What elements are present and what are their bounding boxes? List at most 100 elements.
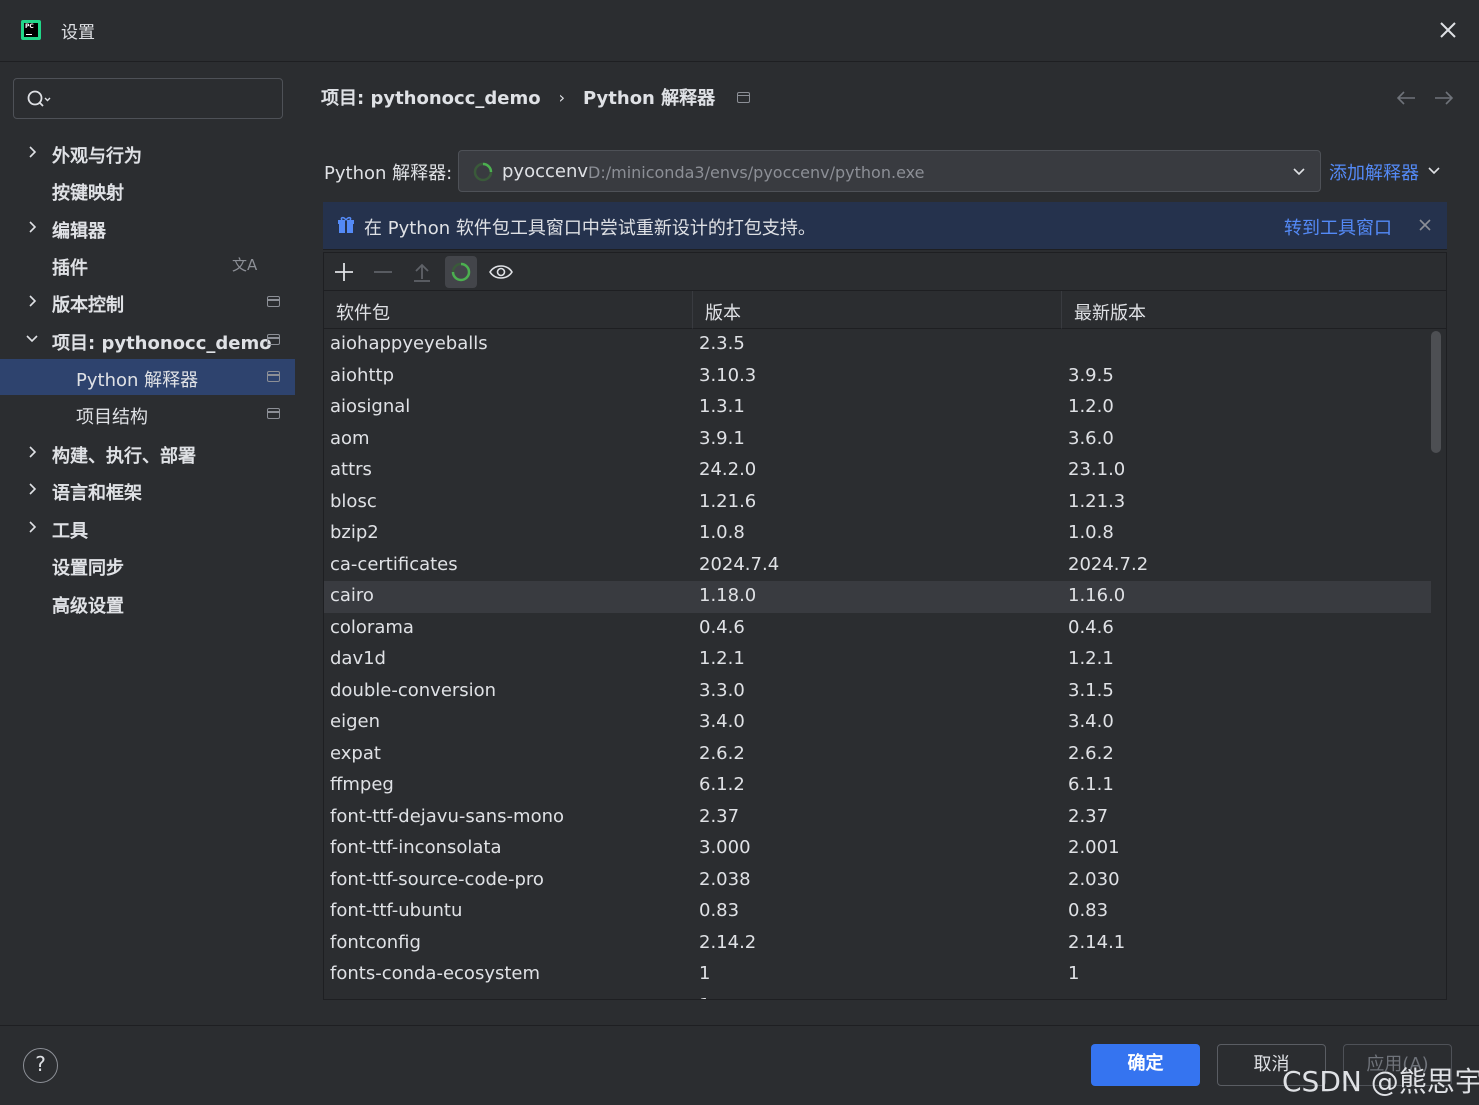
table-row[interactable]: fonts-conda-ecosystem 1 1 (324, 959, 1431, 991)
column-header-package[interactable]: 软件包 (324, 291, 693, 329)
refresh-button[interactable] (445, 256, 477, 288)
version-cell: 0.83 (699, 900, 740, 921)
vertical-scrollbar[interactable] (1431, 331, 1441, 453)
version-cell: 3.3.0 (699, 679, 745, 701)
ok-button[interactable]: 确定 (1091, 1044, 1200, 1086)
table-row[interactable]: font-ttf-inconsolata 3.000 2.001 (324, 833, 1431, 865)
scope-icon (267, 296, 280, 307)
sidebar-item-editor[interactable]: 编辑器 (0, 210, 295, 246)
interpreter-select[interactable]: pyoccenv D:/miniconda3/envs/pyoccenv/pyt… (458, 150, 1321, 192)
chevron-right-icon[interactable] (24, 481, 40, 497)
info-banner: 在 Python 软件包工具窗口中尝试重新设计的打包支持。 转到工具窗口 (323, 202, 1447, 250)
package-name-cell: ffmpeg (330, 774, 394, 795)
sidebar-item-tools[interactable]: 工具 (0, 510, 295, 546)
chevron-right-icon[interactable] (24, 293, 40, 309)
package-name-cell: attrs (330, 459, 372, 480)
table-row[interactable]: eigen 3.4.0 3.4.0 (324, 707, 1431, 739)
goto-tool-window-link[interactable]: 转到工具窗口 (1284, 214, 1392, 240)
latest-version-cell: 1.21.3 (1068, 490, 1126, 512)
table-row[interactable]: ca-certificates 2024.7.4 2024.7.2 (324, 550, 1431, 582)
version-cell: 1.0.8 (699, 522, 745, 543)
remove-package-button[interactable] (367, 256, 399, 288)
sidebar-item-sync[interactable]: 设置同步 (0, 547, 295, 583)
chevron-right-icon[interactable] (24, 219, 40, 235)
sidebar-item-vcs[interactable]: 版本控制 (0, 284, 295, 320)
package-name-cell: eigen (330, 711, 380, 732)
table-row[interactable]: aiohappyeyeballs 2.3.5 (324, 329, 1431, 361)
back-arrow-icon[interactable] (1395, 89, 1417, 107)
sidebar-item-label: Python 解释器 (76, 370, 199, 391)
search-icon (27, 90, 51, 107)
latest-version-cell: 1.2.1 (1068, 648, 1114, 669)
table-row[interactable]: font-ttf-dejavu-sans-mono 2.37 2.37 (324, 802, 1431, 834)
table-row[interactable]: bzip2 1.0.8 1.0.8 (324, 518, 1431, 550)
version-cell: 3.000 (699, 837, 751, 858)
table-row[interactable]: aiohttp 3.10.3 3.9.5 (324, 361, 1431, 393)
version-cell: 1.18.0 (699, 585, 757, 606)
latest-version-cell: 3.4.0 (1068, 711, 1114, 732)
chevron-right-icon[interactable] (24, 519, 40, 535)
sidebar-item-python-interpreter[interactable]: Python 解释器 (0, 359, 295, 395)
table-row[interactable]: font-ttf-ubuntu 0.83 0.83 (324, 896, 1431, 928)
latest-version-cell: 1 (1068, 963, 1080, 984)
package-name-cell: expat (330, 742, 381, 764)
table-row[interactable]: 1 (324, 991, 1431, 1000)
table-row[interactable]: dav1d 1.2.1 1.2.1 (324, 644, 1431, 676)
table-row[interactable]: aiosignal 1.3.1 1.2.0 (324, 392, 1431, 424)
sidebar-item-advanced[interactable]: 高级设置 (0, 585, 295, 621)
chevron-down-icon[interactable] (1426, 162, 1442, 178)
latest-version-cell: 6.1.1 (1068, 774, 1114, 795)
column-header-version[interactable]: 版本 (693, 291, 1062, 329)
package-name-cell: font-ttf-ubuntu (330, 900, 463, 921)
table-row[interactable]: cairo 1.18.0 1.16.0 (324, 581, 1431, 613)
show-early-releases-button[interactable] (484, 256, 516, 288)
chevron-right-icon[interactable] (24, 144, 40, 160)
sidebar-item-appearance[interactable]: 外观与行为 (0, 135, 295, 171)
table-row[interactable]: ffmpeg 6.1.2 6.1.1 (324, 770, 1431, 802)
latest-version-cell: 0.4.6 (1068, 616, 1114, 638)
sidebar-item-keymap[interactable]: 按键映射 (0, 172, 295, 208)
sidebar-item-build[interactable]: 构建、执行、部署 (0, 435, 295, 471)
settings-content: 项目: pythonocc_demo › Python 解释器 Python 解… (295, 62, 1479, 1025)
package-name-cell: aiosignal (330, 396, 411, 417)
latest-version-cell: 0.83 (1068, 900, 1109, 921)
plus-icon (335, 263, 353, 281)
breadcrumb-separator: › (558, 87, 566, 107)
forward-arrow-icon[interactable] (1433, 89, 1455, 107)
upgrade-package-button[interactable] (406, 256, 438, 288)
package-name-cell: aom (330, 427, 370, 449)
package-name-cell: blosc (330, 490, 377, 512)
version-cell: 24.2.0 (699, 459, 757, 480)
column-header-latest-version[interactable]: 最新版本 (1062, 291, 1446, 329)
dialog-footer: ? 确定 取消 应用(A) CSDN @熊思宇 (0, 1025, 1479, 1105)
help-button[interactable]: ? (23, 1048, 58, 1083)
table-row[interactable]: attrs 24.2.0 23.1.0 (324, 455, 1431, 487)
breadcrumb-project[interactable]: 项目: pythonocc_demo (321, 84, 541, 110)
close-icon[interactable] (1436, 18, 1460, 42)
settings-sidebar: 外观与行为 按键映射 编辑器 插件 文A 版本控制 项目: pythonocc_demo Py… (0, 62, 295, 1025)
table-row[interactable]: aom 3.9.1 3.6.0 (324, 424, 1431, 456)
sidebar-item-plugins[interactable]: 插件 文A (0, 247, 295, 283)
add-interpreter-link[interactable]: 添加解释器 (1329, 159, 1419, 185)
package-toolbar (324, 253, 1446, 291)
table-row[interactable]: colorama 0.4.6 0.4.6 (324, 613, 1431, 645)
add-package-button[interactable] (328, 256, 360, 288)
package-name-cell: fonts-conda-ecosystem (330, 963, 541, 984)
version-cell: 1 (699, 963, 711, 984)
scope-icon (267, 371, 280, 382)
table-row[interactable]: font-ttf-source-code-pro 2.038 2.030 (324, 865, 1431, 897)
package-table-panel: 软件包 版本 最新版本 aiohappyeyeballs 2.3.5 aiohttp… (323, 252, 1447, 1000)
table-row[interactable]: double-conversion 3.3.0 3.1.5 (324, 676, 1431, 708)
sidebar-item-project-structure[interactable]: 项目结构 (0, 396, 295, 432)
sidebar-item-languages[interactable]: 语言和框架 (0, 472, 295, 508)
table-row[interactable]: expat 2.6.2 2.6.2 (324, 739, 1431, 771)
settings-search-input[interactable] (13, 78, 283, 119)
table-row[interactable]: blosc 1.21.6 1.21.3 (324, 487, 1431, 519)
close-icon[interactable] (1416, 216, 1434, 234)
chevron-down-icon[interactable] (24, 331, 40, 347)
table-row[interactable]: fontconfig 2.14.2 2.14.1 (324, 928, 1431, 960)
version-cell: 2.038 (699, 868, 751, 890)
sidebar-item-project[interactable]: 项目: pythonocc_demo (0, 322, 295, 358)
package-name-cell: cairo (330, 585, 374, 606)
chevron-right-icon[interactable] (24, 444, 40, 460)
